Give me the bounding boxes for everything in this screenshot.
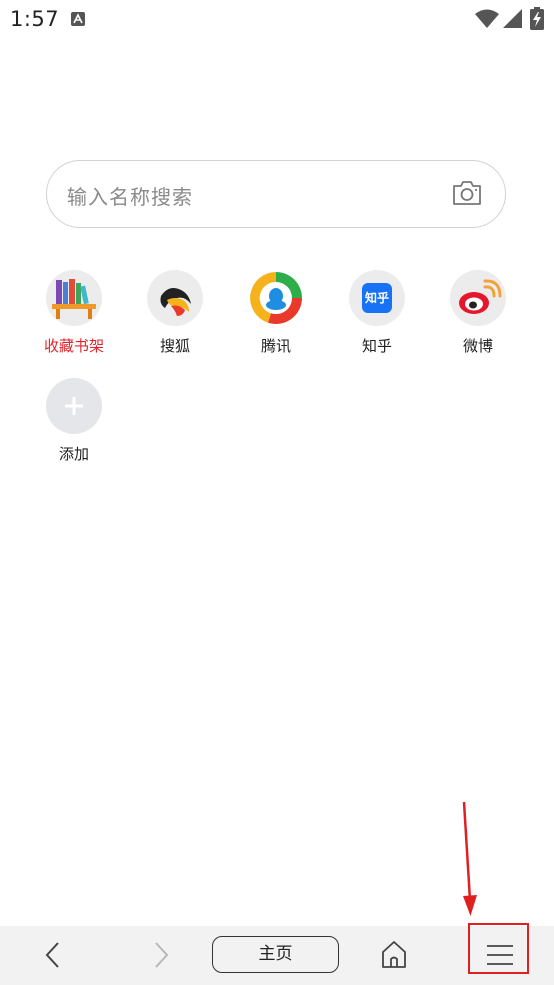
shortcut-label-add: 添加 [58, 445, 89, 463]
chevron-right-icon[interactable] [148, 940, 174, 974]
battery-charging-icon [530, 7, 544, 34]
menu-highlight-box [468, 923, 529, 974]
zhihu-icon-text: 知乎 [362, 283, 392, 313]
shortcut-add[interactable]: 添加 [24, 378, 124, 464]
shortcut-label-bookshelf: 收藏书架 [43, 337, 104, 355]
zhihu-icon: 知乎 [349, 270, 405, 326]
sohu-icon [147, 270, 203, 326]
shortcut-label-tencent: 腾讯 [260, 337, 291, 355]
a-notification-icon [71, 12, 85, 26]
camera-icon[interactable] [451, 179, 483, 211]
signal-icon [503, 9, 523, 33]
shortcut-sohu[interactable]: 搜狐 [125, 270, 225, 356]
search-input[interactable]: 输入名称搜索 [46, 160, 506, 228]
shortcut-label-weibo: 微博 [462, 337, 493, 355]
bookshelf-icon [46, 270, 102, 326]
chevron-left-icon[interactable] [40, 940, 66, 974]
browser-home-screen: 1:57 输入名称搜索 收藏书架 搜狐 腾讯 知乎 知乎 微博 添加 主页 [0, 0, 554, 985]
tencent-icon [248, 270, 304, 326]
shortcut-tencent[interactable]: 腾讯 [226, 270, 326, 356]
search-placeholder: 输入名称搜索 [67, 185, 193, 209]
house-icon[interactable] [380, 939, 408, 973]
annotation-arrow [455, 800, 485, 926]
weibo-icon [450, 270, 506, 326]
wifi-icon [475, 9, 499, 33]
shortcut-label-zhihu: 知乎 [361, 337, 392, 355]
home-button[interactable]: 主页 [212, 936, 339, 973]
shortcut-weibo[interactable]: 微博 [428, 270, 528, 356]
shortcut-label-sohu: 搜狐 [159, 337, 190, 355]
shortcut-zhihu[interactable]: 知乎 知乎 [327, 270, 427, 356]
shortcut-bookshelf[interactable]: 收藏书架 [24, 270, 124, 356]
status-time: 1:57 [10, 7, 60, 31]
plus-icon [46, 378, 102, 434]
status-bar: 1:57 [0, 0, 554, 40]
